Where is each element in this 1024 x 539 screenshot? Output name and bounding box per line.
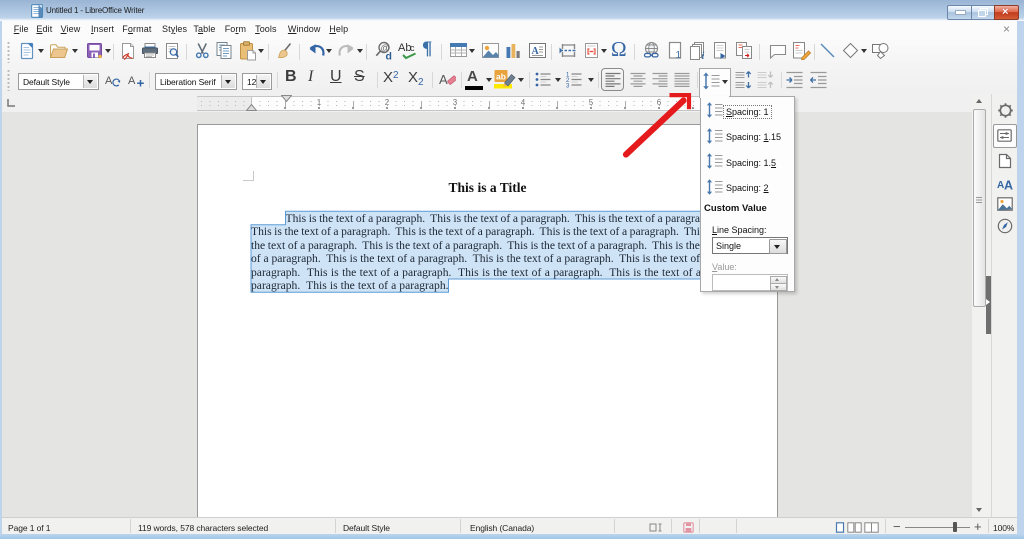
svg-text:A: A <box>439 72 448 87</box>
svg-text:1: 1 <box>676 50 682 60</box>
svg-text:A: A <box>128 75 136 87</box>
svg-text:ab: ab <box>496 72 506 82</box>
svg-text:i: i <box>702 51 705 60</box>
svg-text:d: d <box>386 51 392 62</box>
svg-text:A: A <box>1004 179 1013 192</box>
svg-text:A: A <box>105 75 113 87</box>
svg-text:3: 3 <box>566 84 570 89</box>
svg-text:c: c <box>410 43 415 53</box>
